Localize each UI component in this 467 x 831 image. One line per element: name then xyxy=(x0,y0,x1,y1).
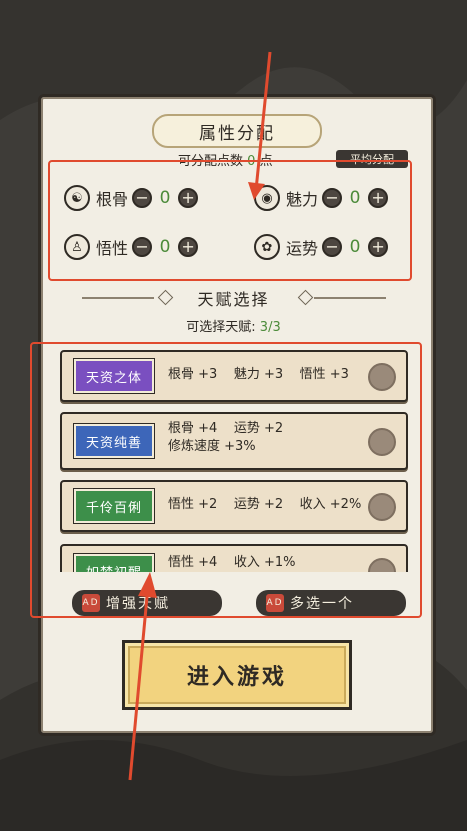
talent-section-title: 天赋选择 xyxy=(197,290,270,309)
talent-count-value: 3/3 xyxy=(259,320,281,335)
panel-title-text: 属性分配 xyxy=(199,123,275,144)
talents-highlight-box xyxy=(30,342,422,618)
attributes-highlight-box xyxy=(48,160,412,281)
enter-game-label: 进入游戏 xyxy=(186,665,287,690)
enter-game-button[interactable]: 进入游戏 xyxy=(122,640,352,710)
talent-count-label: 可选择天赋: 3/3 xyxy=(0,316,467,335)
panel-title: 属性分配 xyxy=(152,114,322,148)
talent-count-text: 可选择天赋: xyxy=(186,320,256,335)
divider-right xyxy=(314,297,386,299)
